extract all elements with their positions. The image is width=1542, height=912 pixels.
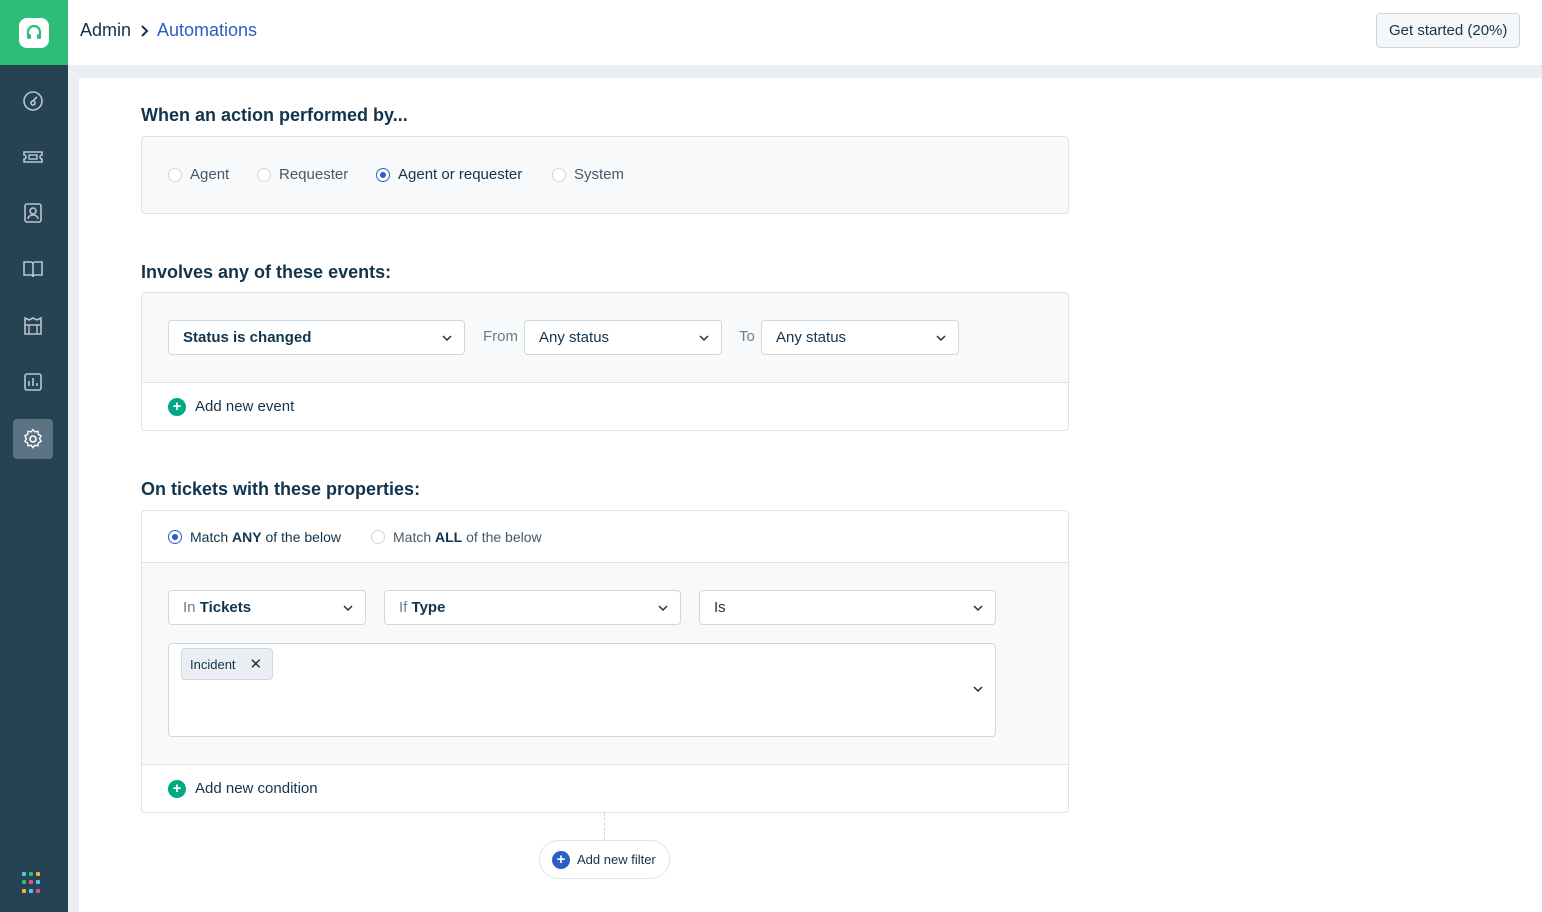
match-all-label: Match ALL of the below [393, 529, 542, 545]
properties-panel: Match ANY of the below Match ALL of the … [141, 510, 1069, 813]
to-label: To [739, 328, 755, 345]
sidebar-item-tickets[interactable] [13, 137, 53, 177]
ticket-icon [23, 151, 43, 163]
performed-by-title: When an action performed by... [141, 105, 408, 125]
select-value: Is [714, 599, 726, 616]
breadcrumb-admin[interactable]: Admin [80, 20, 131, 41]
sidebar-item-reports[interactable] [13, 362, 53, 402]
add-new-event-button[interactable]: + Add new event [142, 382, 1068, 430]
dashboard-icon [23, 91, 43, 111]
select-value: Any status [539, 329, 610, 346]
radio-circle[interactable] [168, 167, 182, 182]
headset-icon [19, 17, 49, 48]
sidebar [0, 0, 68, 912]
radio-agent[interactable]: Agent [168, 166, 229, 183]
chevron-down-icon [442, 335, 452, 342]
event-type-select[interactable]: Status is changed [168, 320, 465, 355]
close-icon[interactable]: ✕ [250, 655, 263, 673]
get-started-button[interactable]: Get started (20%) [1376, 13, 1521, 48]
chevron-down-icon [973, 605, 983, 612]
chevron-down-icon [343, 605, 353, 612]
app-logo[interactable] [0, 0, 68, 65]
contacts-icon [24, 203, 42, 223]
events-title: Involves any of these events: [141, 262, 392, 282]
select-value: Any status [776, 329, 847, 346]
sidebar-item-solutions[interactable] [13, 249, 53, 289]
breadcrumb-automations[interactable]: Automations [157, 20, 257, 41]
condition-field-select[interactable]: If Type [384, 590, 681, 625]
performed-by-panel: Agent Requester Agent or requester Syste… [141, 136, 1069, 214]
add-new-filter-button[interactable]: + Add new filter [539, 840, 670, 879]
sidebar-item-assets[interactable] [13, 306, 53, 346]
tag-label: Incident [190, 656, 236, 672]
top-header: Admin Automations Get started (20%) [68, 0, 1542, 65]
assets-icon [24, 316, 42, 335]
reports-icon [24, 373, 42, 391]
sidebar-item-admin[interactable] [13, 419, 53, 459]
add-filter-label: Add new filter [577, 852, 656, 867]
radio-circle[interactable] [257, 167, 271, 182]
select-value: Tickets [199, 599, 252, 616]
radio-circle-checked[interactable] [168, 530, 182, 544]
chevron-down-icon [936, 335, 946, 342]
condition-in-select[interactable]: In Tickets [168, 590, 366, 625]
select-value: Status is changed [183, 329, 312, 346]
radio-match-all[interactable]: Match ALL of the below [371, 529, 542, 545]
chevron-down-icon [699, 335, 709, 342]
radio-circle[interactable] [371, 530, 385, 544]
plus-circle-icon: + [168, 779, 186, 798]
add-new-condition-button[interactable]: + Add new condition [142, 764, 1068, 812]
radio-agent-or-requester[interactable]: Agent or requester [376, 166, 522, 183]
select-prefix: If [399, 599, 408, 616]
select-value: Type [411, 599, 446, 616]
knowledge-base-icon [23, 261, 43, 278]
apps-grid-icon[interactable] [22, 872, 44, 894]
plus-circle-icon: + [168, 397, 186, 416]
events-panel: Status is changed From Any status To Any… [141, 292, 1069, 431]
radio-circle[interactable] [552, 167, 566, 182]
chevron-down-icon[interactable] [973, 685, 983, 693]
from-status-select[interactable]: Any status [524, 320, 722, 355]
radio-label: Requester [279, 166, 349, 183]
match-any-label: Match ANY of the below [190, 529, 341, 545]
sidebar-item-dashboard[interactable] [13, 81, 53, 121]
add-condition-label: Add new condition [195, 780, 318, 797]
radio-match-any[interactable]: Match ANY of the below [168, 529, 341, 545]
from-label: From [483, 328, 518, 345]
main-content: When an action performed by... Agent Req… [79, 78, 1542, 912]
radio-label: Agent or requester [398, 166, 523, 183]
to-status-select[interactable]: Any status [761, 320, 959, 355]
match-type-row: Match ANY of the below Match ALL of the … [142, 511, 1068, 563]
plus-circle-icon: + [552, 850, 570, 869]
condition-values-multiselect[interactable]: Incident ✕ [168, 643, 996, 737]
radio-label: System [574, 166, 625, 183]
add-event-label: Add new event [195, 398, 295, 415]
sidebar-item-contacts[interactable] [13, 193, 53, 233]
condition-operator-select[interactable]: Is [699, 590, 996, 625]
select-prefix: In [183, 599, 196, 616]
chevron-right-icon [141, 25, 149, 37]
gear-icon [23, 428, 43, 449]
radio-system[interactable]: System [552, 166, 624, 183]
radio-requester[interactable]: Requester [257, 166, 348, 183]
radio-circle-checked[interactable] [376, 167, 390, 182]
value-tag: Incident ✕ [181, 648, 274, 680]
filter-connector [604, 813, 605, 840]
properties-title: On tickets with these properties: [141, 479, 421, 499]
radio-label: Agent [190, 166, 230, 183]
chevron-down-icon [658, 605, 668, 612]
